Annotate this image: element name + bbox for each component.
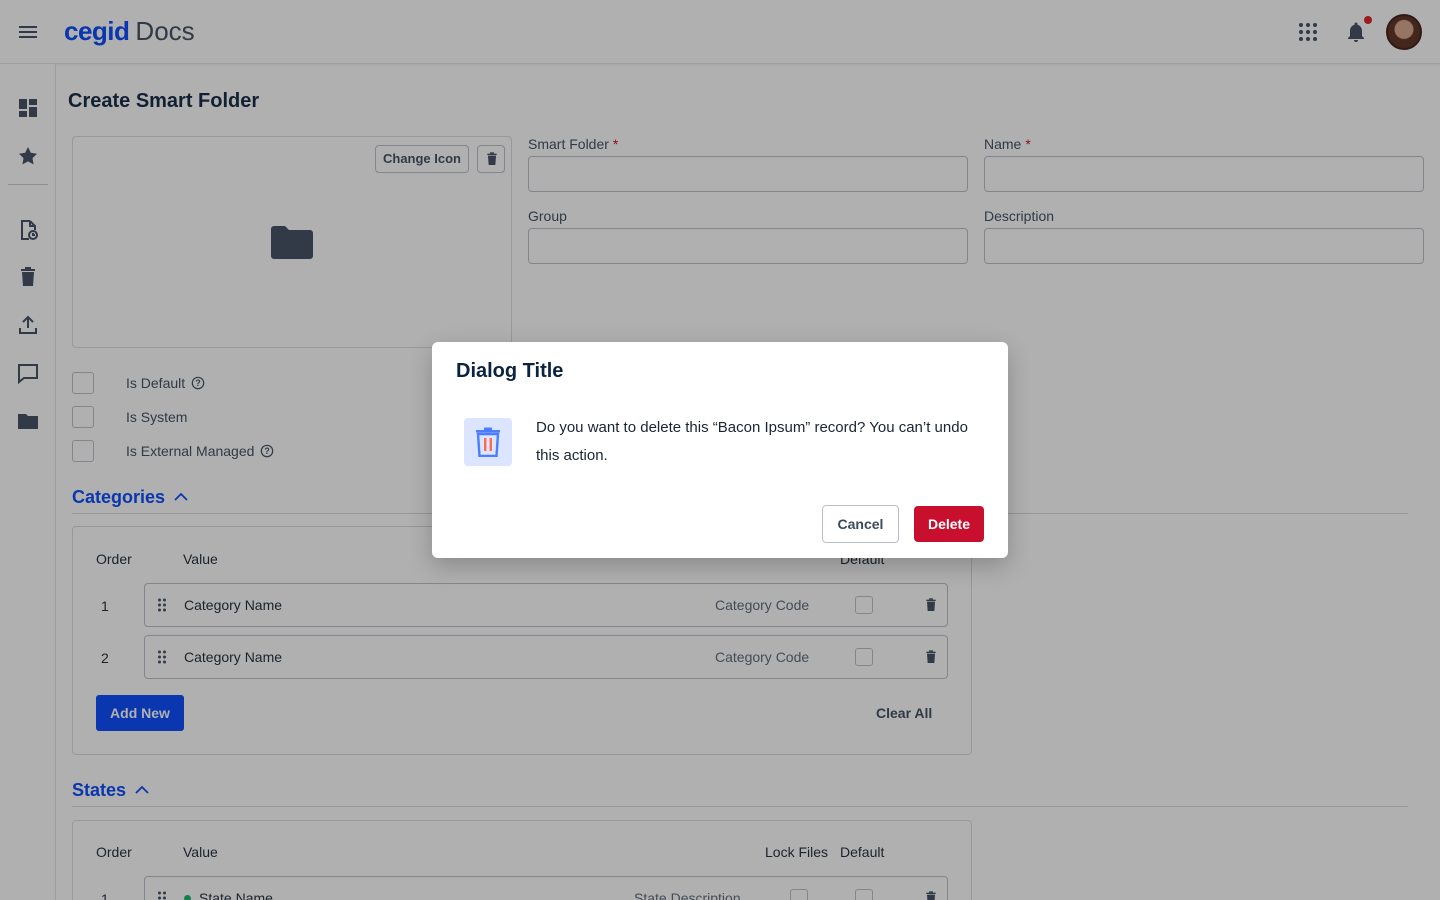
dialog-message: Do you want to delete this “Bacon Ipsum”… bbox=[536, 419, 968, 464]
delete-confirm-dialog: Dialog Title Do you want to delete this … bbox=[432, 342, 1008, 558]
dialog-title: Dialog Title bbox=[456, 360, 564, 382]
cancel-button[interactable]: Cancel bbox=[822, 505, 899, 543]
delete-button[interactable]: Delete bbox=[914, 506, 984, 542]
trash-icon bbox=[464, 418, 512, 466]
